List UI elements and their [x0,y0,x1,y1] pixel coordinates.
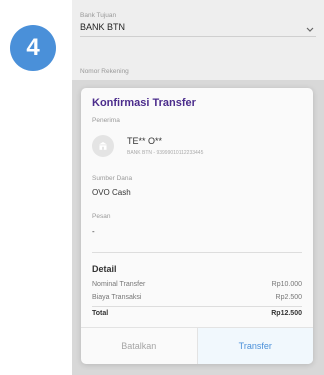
total-label: Total [92,310,109,317]
detail-row: Biaya Transaksi Rp2.500 [92,294,302,301]
recipient-label: Penerima [92,117,120,124]
row-label: Nominal Transfer [92,281,146,288]
bank-icon [92,135,114,157]
cancel-button[interactable]: Batalkan [81,328,197,364]
account-label: Nomor Rekening [80,68,129,75]
row-label: Biaya Transaksi [92,294,142,301]
total-divider [92,306,302,307]
recipient-account: BANK BTN - 93999010112233445 [127,150,204,156]
detail-title: Detail [92,264,117,274]
transfer-confirmation-dialog: Konfirmasi Transfer Penerima TE** O** BA… [81,88,313,364]
chevron-down-icon [306,26,314,35]
row-value: Rp2.500 [275,294,302,301]
account-number-field[interactable]: Nomor Rekening [80,68,316,75]
total-row: Total Rp12.500 [92,310,302,317]
transfer-button[interactable]: Transfer [196,328,313,364]
recipient-name: TE** O** [127,136,163,146]
message-value: - [92,227,95,236]
detail-row: Nominal Transfer Rp10.000 [92,281,302,288]
bank-select[interactable]: Bank Tujuan BANK BTN [80,12,316,37]
row-value: Rp10.000 [271,281,302,288]
total-value: Rp12.500 [271,310,302,317]
bank-underline [80,36,316,37]
source-value: OVO Cash [92,188,131,197]
phone-screen: Bank Tujuan BANK BTN Nomor Rekening Konf… [72,0,324,375]
dialog-actions: Batalkan Transfer [81,327,313,364]
dialog-title: Konfirmasi Transfer [92,97,196,109]
source-label: Sumber Dana [92,175,133,182]
section-divider [92,252,302,253]
bank-value: BANK BTN [80,22,126,32]
step-badge: 4 [10,25,56,71]
message-label: Pesan [92,213,111,220]
bank-label: Bank Tujuan [80,12,117,19]
